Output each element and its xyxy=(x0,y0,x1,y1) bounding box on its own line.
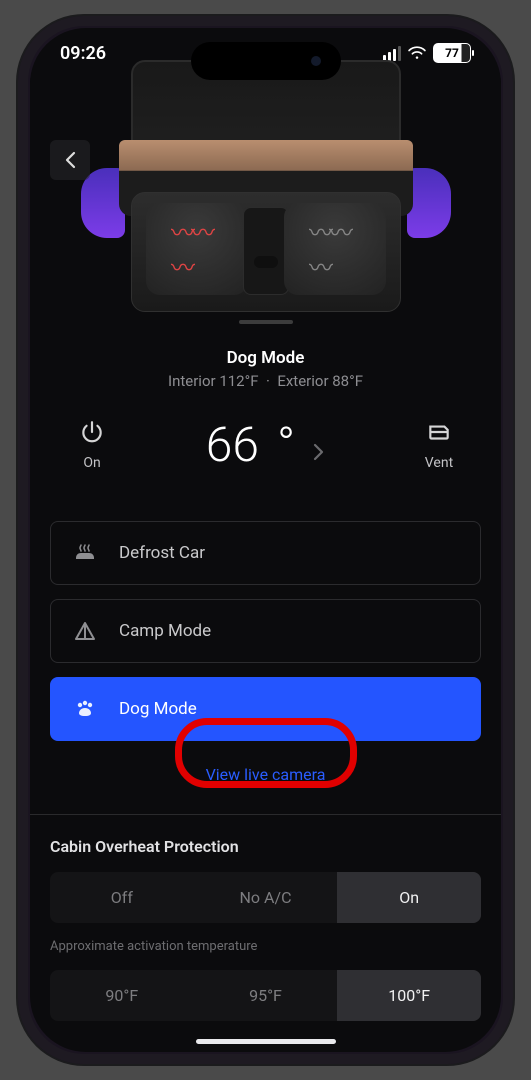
seat-heat-icon: 〰〰〰 xyxy=(171,213,222,283)
car-cabin: 〰〰〰 〰〰〰 xyxy=(131,192,401,312)
power-icon xyxy=(79,419,105,445)
title-block: Dog Mode Interior 112°F · Exterior 88°F xyxy=(50,348,481,390)
vent-label: Vent xyxy=(425,455,453,471)
overheat-hint: Approximate activation temperature xyxy=(50,939,481,954)
power-label: On xyxy=(83,455,100,471)
interior-temp: Interior 112°F xyxy=(168,372,259,390)
overheat-100[interactable]: 100°F xyxy=(337,970,481,1021)
screen: 09:26 77 xyxy=(30,28,501,1052)
dynamic-island xyxy=(191,42,341,80)
dot-separator: · xyxy=(266,372,270,390)
status-time: 09:26 xyxy=(60,43,106,64)
overheat-90[interactable]: 90°F xyxy=(50,970,194,1021)
phone-frame: 09:26 77 xyxy=(18,16,513,1064)
battery-indicator: 77 xyxy=(433,43,471,63)
overheat-95[interactable]: 95°F xyxy=(194,970,338,1021)
dog-mode-label: Dog Mode xyxy=(119,699,197,719)
paw-icon xyxy=(73,697,97,721)
drag-handle[interactable] xyxy=(239,320,293,324)
wifi-icon xyxy=(407,46,427,60)
camp-mode-label: Camp Mode xyxy=(119,621,211,641)
back-button[interactable] xyxy=(50,140,90,180)
center-console xyxy=(243,207,289,295)
passenger-seat[interactable]: 〰〰〰 xyxy=(284,203,386,295)
live-camera-row: View live camera xyxy=(50,765,481,784)
defrost-icon xyxy=(73,541,97,565)
view-live-camera-link[interactable]: View live camera xyxy=(206,765,326,784)
dog-mode-option[interactable]: Dog Mode xyxy=(50,677,481,741)
chevron-right-icon[interactable] xyxy=(313,416,325,473)
overheat-on[interactable]: On xyxy=(337,872,481,923)
temp-setpoint[interactable]: 66 ° xyxy=(206,416,325,473)
power-toggle[interactable]: On xyxy=(60,419,124,471)
climate-options: Defrost Car Camp Mode Dog Mode xyxy=(50,521,481,741)
defrost-option[interactable]: Defrost Car xyxy=(50,521,481,585)
divider xyxy=(30,814,501,815)
camp-mode-option[interactable]: Camp Mode xyxy=(50,599,481,663)
battery-pct: 77 xyxy=(445,46,459,60)
content: Dog Mode Interior 112°F · Exterior 88°F … xyxy=(30,348,501,1021)
driver-seat[interactable]: 〰〰〰 xyxy=(146,203,248,295)
controls-row: On 66 ° Vent xyxy=(50,416,481,473)
home-indicator[interactable] xyxy=(196,1039,336,1044)
overheat-off[interactable]: Off xyxy=(50,872,194,923)
defrost-label: Defrost Car xyxy=(119,543,205,563)
temps-line: Interior 112°F · Exterior 88°F xyxy=(50,372,481,390)
vent-icon xyxy=(426,419,452,445)
overheat-mode-segmented: Off No A/C On xyxy=(50,872,481,923)
mode-title: Dog Mode xyxy=(50,348,481,368)
car-hero: 〰〰〰 〰〰〰 xyxy=(30,78,501,328)
setpoint-value: 66 xyxy=(206,416,259,473)
overheat-noac[interactable]: No A/C xyxy=(194,872,338,923)
car-illustration: 〰〰〰 〰〰〰 xyxy=(101,60,431,330)
overheat-title: Cabin Overheat Protection xyxy=(50,837,481,856)
vent-toggle[interactable]: Vent xyxy=(407,419,471,471)
degree-symbol: ° xyxy=(277,416,295,473)
overheat-temp-segmented: 90°F 95°F 100°F xyxy=(50,970,481,1021)
tent-icon xyxy=(73,619,97,643)
seat-heat-icon: 〰〰〰 xyxy=(309,213,360,283)
cell-signal-icon xyxy=(383,46,401,61)
car-fender-right xyxy=(407,168,451,238)
exterior-temp: Exterior 88°F xyxy=(277,372,363,390)
